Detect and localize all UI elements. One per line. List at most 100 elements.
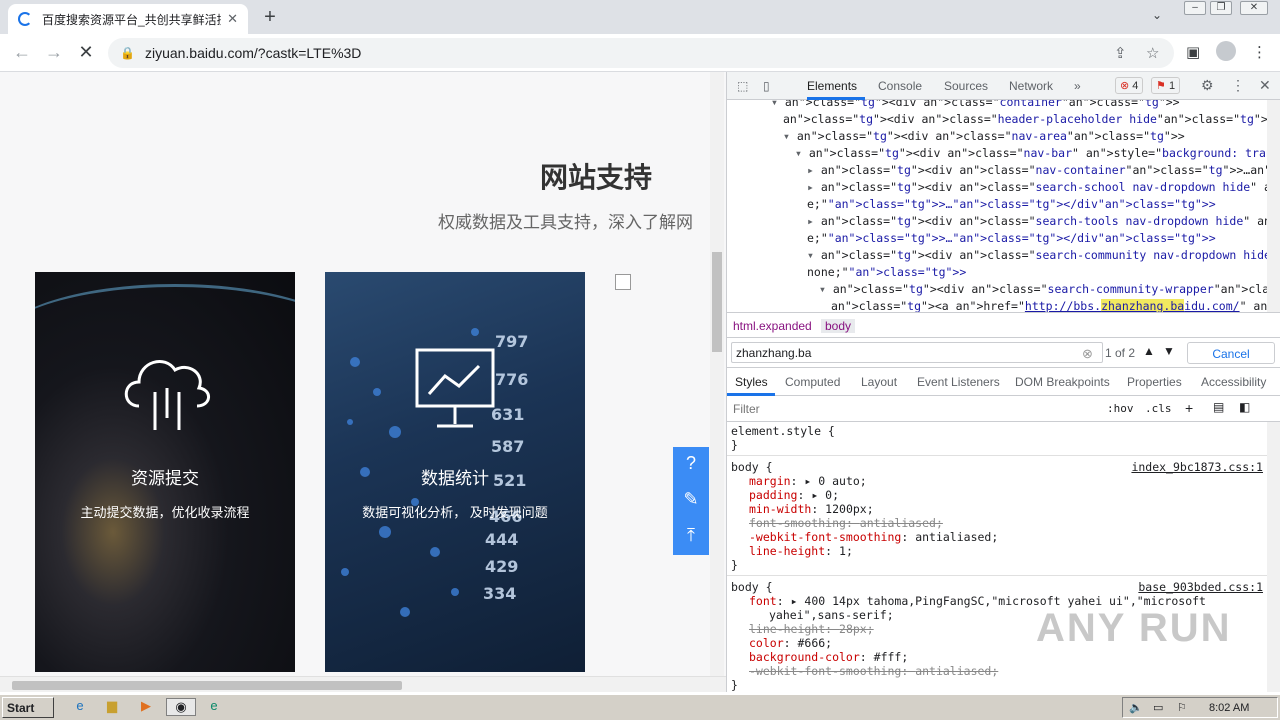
- expand-arrow-icon[interactable]: ▸: [807, 214, 821, 228]
- dom-node-line[interactable]: an">class="tg"><a an">href="http://bbs.z…: [831, 298, 1267, 312]
- scroll-thumb[interactable]: [712, 252, 722, 352]
- dom-node-line[interactable]: ▾ an">class="tg"><div an">class="nav-are…: [783, 128, 1185, 145]
- expand-arrow-icon[interactable]: ▾: [795, 146, 809, 160]
- dom-node-line[interactable]: e;""an">class="tg">>…"an">class="tg"></d…: [807, 196, 1216, 213]
- find-input[interactable]: zhanzhang.ba: [731, 342, 1103, 363]
- css-property[interactable]: line-height: 1;: [749, 544, 853, 558]
- expand-arrow-icon[interactable]: ▾: [771, 100, 785, 109]
- browser-tab[interactable]: 百度搜索资源平台_共创共享鲜活搜 ✕: [8, 4, 248, 34]
- back-to-top-icon[interactable]: ⤒: [673, 525, 709, 546]
- css-property[interactable]: min-width: 1200px;: [749, 502, 874, 516]
- new-tab-button[interactable]: +: [258, 6, 282, 29]
- scroll-thumb[interactable]: [12, 681, 402, 690]
- tab-properties[interactable]: Properties: [1127, 375, 1182, 389]
- dom-node-line[interactable]: ▾ an">class="tg"><div an">class="search-…: [819, 281, 1267, 298]
- tab-elements[interactable]: Elements: [807, 79, 857, 93]
- browser-menu-icon[interactable]: ⋮: [1252, 43, 1267, 61]
- cancel-button[interactable]: Cancel: [1187, 342, 1275, 364]
- flag-icon[interactable]: ⚐: [1177, 701, 1187, 714]
- expand-arrow-icon[interactable]: ▸: [807, 180, 821, 194]
- dom-node-line[interactable]: ▸ an">class="tg"><div an">class="nav-con…: [807, 162, 1267, 179]
- dom-node-line[interactable]: ▸ an">class="tg"><div an">class="search-…: [807, 213, 1267, 230]
- back-button[interactable]: ←: [10, 42, 34, 63]
- close-window-button[interactable]: ✕: [1240, 1, 1268, 15]
- clear-search-icon[interactable]: ⊗: [1082, 346, 1093, 362]
- side-panel-icon[interactable]: ▣: [1186, 43, 1200, 61]
- expand-arrow-icon[interactable]: ▸: [807, 163, 821, 177]
- dom-node-line[interactable]: e;""an">class="tg">>…"an">class="tg"></d…: [807, 230, 1216, 247]
- tab-computed[interactable]: Computed: [785, 375, 840, 389]
- bookmark-star-icon[interactable]: ☆: [1146, 44, 1159, 62]
- styles-scrollbar[interactable]: [1267, 422, 1280, 692]
- computed-styles-icon[interactable]: ▤: [1213, 400, 1224, 414]
- hover-state-toggle[interactable]: :hov: [1107, 402, 1134, 415]
- edge-icon[interactable]: e: [204, 698, 224, 716]
- profile-avatar[interactable]: [1216, 41, 1236, 61]
- devtools-menu-icon[interactable]: ⋮: [1231, 77, 1245, 94]
- css-property[interactable]: -webkit-font-smoothing: antialiased;: [749, 530, 998, 544]
- css-property[interactable]: yahei",sans-serif;: [769, 608, 894, 622]
- breadcrumb-html[interactable]: html.expanded: [733, 319, 812, 333]
- share-icon[interactable]: ⇪: [1114, 44, 1127, 62]
- expand-arrow-icon[interactable]: ▾: [783, 129, 797, 143]
- css-property[interactable]: background-color: #fff;: [749, 650, 908, 664]
- ie-icon[interactable]: e: [70, 698, 90, 716]
- tab-styles[interactable]: Styles: [735, 375, 768, 389]
- inspect-element-icon[interactable]: ⬚: [737, 79, 748, 93]
- tab-sources[interactable]: Sources: [944, 79, 988, 93]
- media-player-icon[interactable]: ▶: [136, 698, 156, 716]
- stop-button[interactable]: ✕: [74, 42, 98, 63]
- css-property[interactable]: margin: ▸ 0 auto;: [749, 474, 867, 488]
- start-button[interactable]: Start: [2, 697, 54, 718]
- previous-match-icon[interactable]: ▲: [1143, 344, 1155, 358]
- expand-arrow-icon[interactable]: ▾: [807, 248, 821, 262]
- class-toggle[interactable]: .cls: [1145, 402, 1172, 415]
- css-property[interactable]: color: #666;: [749, 636, 832, 650]
- rule-source-link[interactable]: index_9bc1873.css:1: [1131, 460, 1263, 474]
- close-devtools-icon[interactable]: ✕: [1259, 77, 1271, 94]
- tab-network[interactable]: Network: [1009, 79, 1053, 93]
- dom-node-line[interactable]: ▸ an">class="tg"><div an">class="search-…: [807, 179, 1267, 196]
- css-property[interactable]: padding: ▸ 0;: [749, 488, 839, 502]
- dom-node-line[interactable]: none;""an">class="tg">>: [807, 264, 966, 281]
- dom-node-line[interactable]: ▾ an">class="tg"><div an">class="contain…: [771, 100, 1180, 111]
- tab-layout[interactable]: Layout: [861, 375, 897, 389]
- dom-scrollbar[interactable]: [1267, 100, 1280, 312]
- tab-dom-breakpoints[interactable]: DOM Breakpoints: [1015, 375, 1110, 389]
- tab-event-listeners[interactable]: Event Listeners: [917, 375, 1000, 389]
- tab-search-icon[interactable]: ⌄: [1152, 8, 1162, 22]
- resource-submit-card[interactable]: 资源提交 主动提交数据，优化收录流程: [35, 272, 295, 672]
- folder-icon[interactable]: ▆: [102, 698, 122, 716]
- page-horizontal-scrollbar[interactable]: [0, 676, 726, 692]
- more-tabs-button[interactable]: »: [1074, 79, 1081, 93]
- styles-filter-input[interactable]: [729, 399, 1097, 418]
- expand-arrow-icon[interactable]: ▾: [819, 282, 833, 296]
- network-icon[interactable]: ▭: [1153, 701, 1163, 714]
- forward-button[interactable]: →: [42, 42, 66, 63]
- next-match-icon[interactable]: ▼: [1163, 344, 1175, 358]
- dom-node-line[interactable]: an">class="tg"><div an">class="header-pl…: [783, 111, 1267, 128]
- tab-console[interactable]: Console: [878, 79, 922, 93]
- page-vertical-scrollbar[interactable]: [710, 72, 724, 676]
- css-property[interactable]: font-smoothing: antialiased;: [749, 516, 943, 530]
- settings-gear-icon[interactable]: ⚙: [1201, 77, 1214, 94]
- new-rule-icon[interactable]: +: [1185, 400, 1193, 416]
- breadcrumb-body[interactable]: body: [821, 319, 856, 333]
- dom-node-line[interactable]: ▾ an">class="tg"><div an">class="search-…: [807, 247, 1267, 264]
- css-property[interactable]: line-height: 28px;: [749, 622, 874, 636]
- restore-button[interactable]: ❐: [1210, 1, 1232, 15]
- address-bar[interactable]: 🔒 ziyuan.baidu.com/?castk=LTE%3D ⇪ ☆: [108, 38, 1174, 68]
- dom-node-line[interactable]: ▾ an">class="tg"><div an">class="nav-bar…: [795, 145, 1267, 162]
- help-icon[interactable]: ?: [673, 453, 709, 474]
- volume-icon[interactable]: 🔈: [1129, 701, 1143, 714]
- tab-accessibility[interactable]: Accessibility: [1201, 375, 1266, 389]
- chrome-taskbar-icon[interactable]: ◉: [166, 698, 196, 716]
- error-count-badge[interactable]: ⊗ 4: [1115, 77, 1144, 94]
- device-toolbar-icon[interactable]: ▯: [763, 79, 770, 93]
- toggle-sidebar-icon[interactable]: ◧: [1239, 400, 1250, 414]
- data-statistics-card[interactable]: 797 776 631 587 521 466 444 429 334 数据统计 数据可视化…: [325, 272, 585, 672]
- minimize-button[interactable]: –: [1184, 1, 1206, 15]
- issues-count-badge[interactable]: ⚑ 1: [1151, 77, 1181, 94]
- rule-source-link[interactable]: base_903bded.css:1: [1138, 580, 1263, 594]
- tab-close-icon[interactable]: ✕: [227, 11, 238, 27]
